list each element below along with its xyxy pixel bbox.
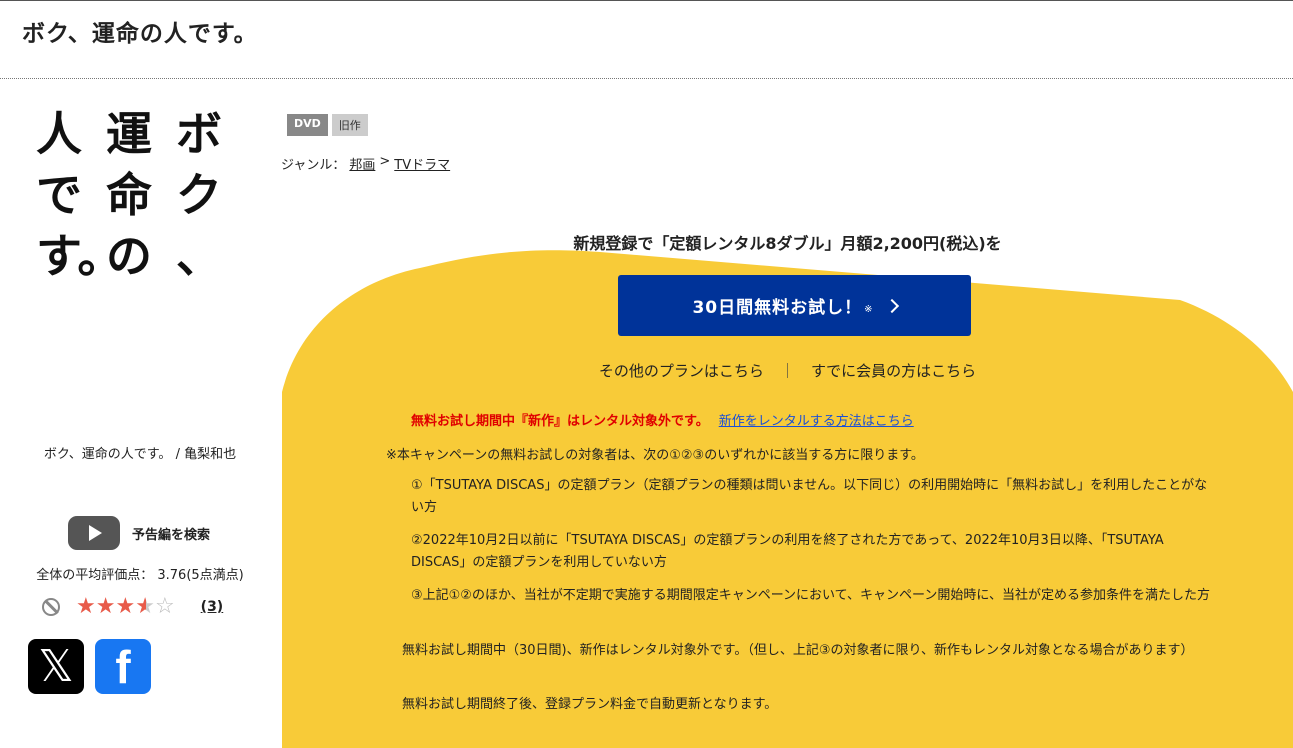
facebook-share-button[interactable]: f xyxy=(95,639,151,694)
free-trial-note: ※ xyxy=(864,304,873,315)
trailer-search-button[interactable]: 予告編を検索 xyxy=(68,516,210,550)
review-count[interactable]: (3) xyxy=(201,599,224,615)
jacket-image[interactable]: ボク、 運命の 人です。 xyxy=(30,104,252,324)
trial-note: 無料お試し期間中（30日間)、新作はレンタル対象外です。（但し、上記③の対象者に… xyxy=(402,643,1194,658)
plan-links: その他のプランはこちら ｜ すでに会員の方はこちら xyxy=(282,360,1293,381)
free-trial-button[interactable]: 30日間無料お試し！ ※ xyxy=(618,275,971,336)
jacket-column-3: 人です。 xyxy=(36,107,124,283)
x-share-button[interactable]: 𝕏 xyxy=(28,639,84,694)
member-login-link[interactable]: すでに会員の方はこちら xyxy=(811,360,976,381)
condition-item: ③上記①②のほか、当社が不定期で実施する期間限定キャンペーンにおいて、キャンペー… xyxy=(411,588,1210,603)
no-rating-icon[interactable] xyxy=(42,598,60,616)
star-icon: ★ xyxy=(115,594,136,619)
empty-star-icon: ☆ xyxy=(154,594,175,619)
genre-link-sub[interactable]: TVドラマ xyxy=(394,154,450,173)
genre-prefix: ジャンル： xyxy=(281,158,346,173)
genre-breadcrumb: ジャンル： 邦画 > TVドラマ xyxy=(281,154,450,173)
rating-stars: ★ ★ ★ ★ ☆ xyxy=(76,596,175,618)
promo-headline: 新規登録で「定額レンタル8ダブル」月額2,200円(税込)を xyxy=(573,234,1002,253)
condition-item: ②2022年10月2日以前に「TSUTAYA DISCAS」の定額プランの利用を… xyxy=(411,533,1164,570)
genre-link-main[interactable]: 邦画 xyxy=(349,154,375,173)
jacket-caption: ボク、運命の人です。 / 亀梨和也 xyxy=(43,447,237,462)
condition-item: ①「TSUTAYA DISCAS」の定額プラン（定額プランの種類は問いません。以… xyxy=(411,478,1208,515)
half-star-icon: ★ xyxy=(135,594,155,619)
trailer-label: 予告編を検索 xyxy=(132,527,211,543)
link-separator: ｜ xyxy=(779,362,795,380)
page-title: ボク、運命の人です。 xyxy=(22,21,258,47)
facebook-logo-icon: f xyxy=(115,640,131,693)
new-release-warning: 無料お試し期間中『新作』はレンタル対象外です。 新作をレンタルする方法はこちら xyxy=(411,410,914,429)
campaign-notice: ※本キャンペーンの無料お試しの対象者は、次の①②③のいずれかに該当する方に限りま… xyxy=(386,448,924,463)
new-release-rental-link[interactable]: 新作をレンタルする方法はこちら xyxy=(719,410,914,429)
free-trial-label: 30日間無料お試し！ xyxy=(692,298,863,318)
other-plans-link[interactable]: その他のプランはこちら xyxy=(599,360,764,381)
review-count-link[interactable]: (3) xyxy=(201,599,224,615)
star-icon: ★ xyxy=(76,594,96,619)
youtube-play-icon xyxy=(68,516,120,550)
average-rating-text: 全体の平均評価点： 3.76(5点満点) xyxy=(36,568,244,583)
old-release-badge: 旧作 xyxy=(331,114,368,136)
genre-separator: > xyxy=(379,154,391,169)
rating-row: ★ ★ ★ ★ ☆ (3) xyxy=(42,596,223,618)
dvd-badge: DVD xyxy=(287,114,328,136)
jacket-column-1: ボク、 xyxy=(176,107,222,283)
auto-renew-note: 無料お試し期間終了後、登録プラン料金で自動更新となります。 xyxy=(402,697,778,712)
chevron-right-icon xyxy=(884,298,899,313)
title-divider xyxy=(0,78,1293,79)
top-rule xyxy=(0,0,1293,1)
star-icon: ★ xyxy=(95,594,116,619)
x-logo-icon: 𝕏 xyxy=(38,641,74,692)
format-badges: DVD 旧作 xyxy=(287,114,368,136)
social-share: 𝕏 f xyxy=(28,639,151,694)
warning-text: 無料お試し期間中『新作』はレンタル対象外です。 xyxy=(411,414,709,429)
